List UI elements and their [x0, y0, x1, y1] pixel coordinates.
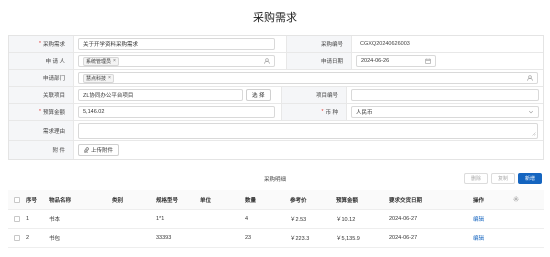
row-budget: ￥10.12: [336, 217, 356, 223]
row-name: 书本: [49, 217, 61, 223]
row-qty: 23: [245, 235, 252, 241]
applicant-label: 申 请 人: [9, 53, 74, 69]
tag-remove-icon[interactable]: ×: [108, 75, 111, 81]
required-mark: *: [38, 41, 41, 47]
row-budget: ￥5,135.9: [336, 236, 360, 242]
user-icon[interactable]: [264, 58, 270, 66]
upload-attachment-button[interactable]: 上传附件: [78, 144, 120, 156]
page-title: 采购需求: [253, 12, 297, 24]
column-header: 物品名称: [49, 197, 72, 204]
column-header: 要求交货日期: [389, 197, 423, 204]
row-name: 书包: [49, 236, 61, 242]
add-button[interactable]: 新增: [517, 173, 542, 184]
column-header: 类别: [112, 197, 124, 204]
row-checkbox[interactable]: [14, 216, 20, 222]
table-row[interactable]: 1 书本 1*1 4 ￥2.53 ￥10.12 2024-06-27 编辑: [8, 210, 544, 229]
row-date: 2024-06-27: [389, 235, 418, 241]
column-header: 数量: [245, 197, 257, 204]
calendar-icon[interactable]: [425, 58, 431, 66]
row-no: 2: [26, 235, 30, 241]
tag-remove-icon[interactable]: ×: [113, 58, 116, 64]
currency-label: * 币 种: [282, 104, 347, 120]
form-row: 附 件 上传附件: [9, 141, 543, 159]
form-row: 申请部门 慧点科技 ×: [9, 70, 543, 87]
row-no: 1: [26, 216, 30, 222]
required-mark: *: [38, 109, 41, 115]
row-spec: 33393: [156, 235, 172, 241]
project-label: 关联项目: [9, 87, 74, 103]
apply-dept-label: 申请部门: [9, 70, 74, 86]
column-header: 操作: [473, 197, 485, 204]
dept-tag: 慧点科技 ×: [83, 73, 114, 83]
apply-dept-picker[interactable]: 慧点科技 ×: [78, 72, 538, 84]
select-all-checkbox[interactable]: [14, 196, 20, 203]
column-header: 参考价: [290, 197, 307, 204]
resize-handle-icon[interactable]: [531, 131, 536, 138]
select-project-button[interactable]: 选 择: [246, 89, 271, 101]
purchase-no-label: 采购编号: [287, 36, 352, 52]
gear-icon[interactable]: [511, 196, 531, 204]
reason-label: 需求理由: [9, 121, 74, 140]
chevron-down-icon[interactable]: [528, 109, 534, 117]
currency-select[interactable]: 人民币: [351, 106, 539, 118]
column-header: 单位: [200, 197, 212, 204]
row-spec: 1*1: [156, 216, 165, 222]
project-no-label: 项目编号: [282, 87, 347, 103]
row-qty: 4: [245, 216, 249, 222]
row-price: ￥2.53: [290, 217, 307, 223]
apply-date-label: 申请日期: [287, 53, 352, 69]
form-row: * 预算金额 5,146.02 * 币 种 人民币: [9, 104, 543, 121]
purchase-form: * 采购需求 关于开学资料采购需求 采购编号 CGXQ20240626003 申 …: [8, 35, 544, 160]
table-row[interactable]: 2 书包 33393 23 ￥223.3 ￥5,135.9 2024-06-27…: [8, 229, 544, 248]
project-no-input[interactable]: [351, 89, 539, 101]
row-date: 2024-06-27: [389, 216, 418, 222]
details-table: 序号 物品名称 类别 规格型号 单位 数量 参考价 预算金额 要求交货日期 操作…: [8, 190, 544, 248]
applicant-picker[interactable]: 系统管理员 ×: [78, 55, 275, 67]
column-header: 预算金额: [336, 197, 359, 204]
budget-input[interactable]: 5,146.02: [78, 106, 275, 118]
delete-button[interactable]: 删除: [463, 173, 488, 184]
row-checkbox[interactable]: [14, 235, 20, 241]
project-input[interactable]: ZL协同办公平台项目: [78, 89, 243, 101]
form-row: * 采购需求 关于开学资料采购需求 采购编号 CGXQ20240626003: [9, 36, 543, 53]
details-actions: 删除 复制 新增: [463, 173, 542, 184]
row-price: ￥223.3: [290, 236, 310, 242]
form-row: 申 请 人 系统管理员 × 申请日期 2024-06-26: [9, 53, 543, 70]
paperclip-icon: [84, 147, 89, 153]
purchase-req-label: * 采购需求: [9, 36, 74, 52]
purchase-req-input[interactable]: 关于开学资料采购需求: [78, 38, 275, 50]
org-icon[interactable]: [527, 75, 533, 83]
required-mark: *: [321, 109, 324, 115]
form-row: 关联项目 ZL协同办公平台项目 选 择 项目编号: [9, 87, 543, 104]
form-row: 需求理由: [9, 121, 543, 141]
copy-button[interactable]: 复制: [490, 173, 515, 184]
reason-textarea[interactable]: [78, 122, 538, 139]
column-header: 规格型号: [156, 197, 179, 204]
edit-link[interactable]: 编辑: [471, 234, 511, 242]
apply-date-input[interactable]: 2024-06-26: [356, 55, 436, 67]
purchase-no-value: CGXQ20240626003: [360, 41, 410, 47]
column-header: 序号: [26, 197, 38, 204]
edit-link[interactable]: 编辑: [471, 215, 511, 223]
budget-label: * 预算金额: [9, 104, 74, 120]
attachment-label: 附 件: [9, 141, 74, 159]
applicant-tag: 系统管理员 ×: [83, 56, 119, 66]
table-header: 序号 物品名称 类别 规格型号 单位 数量 参考价 预算金额 要求交货日期 操作: [8, 190, 544, 210]
